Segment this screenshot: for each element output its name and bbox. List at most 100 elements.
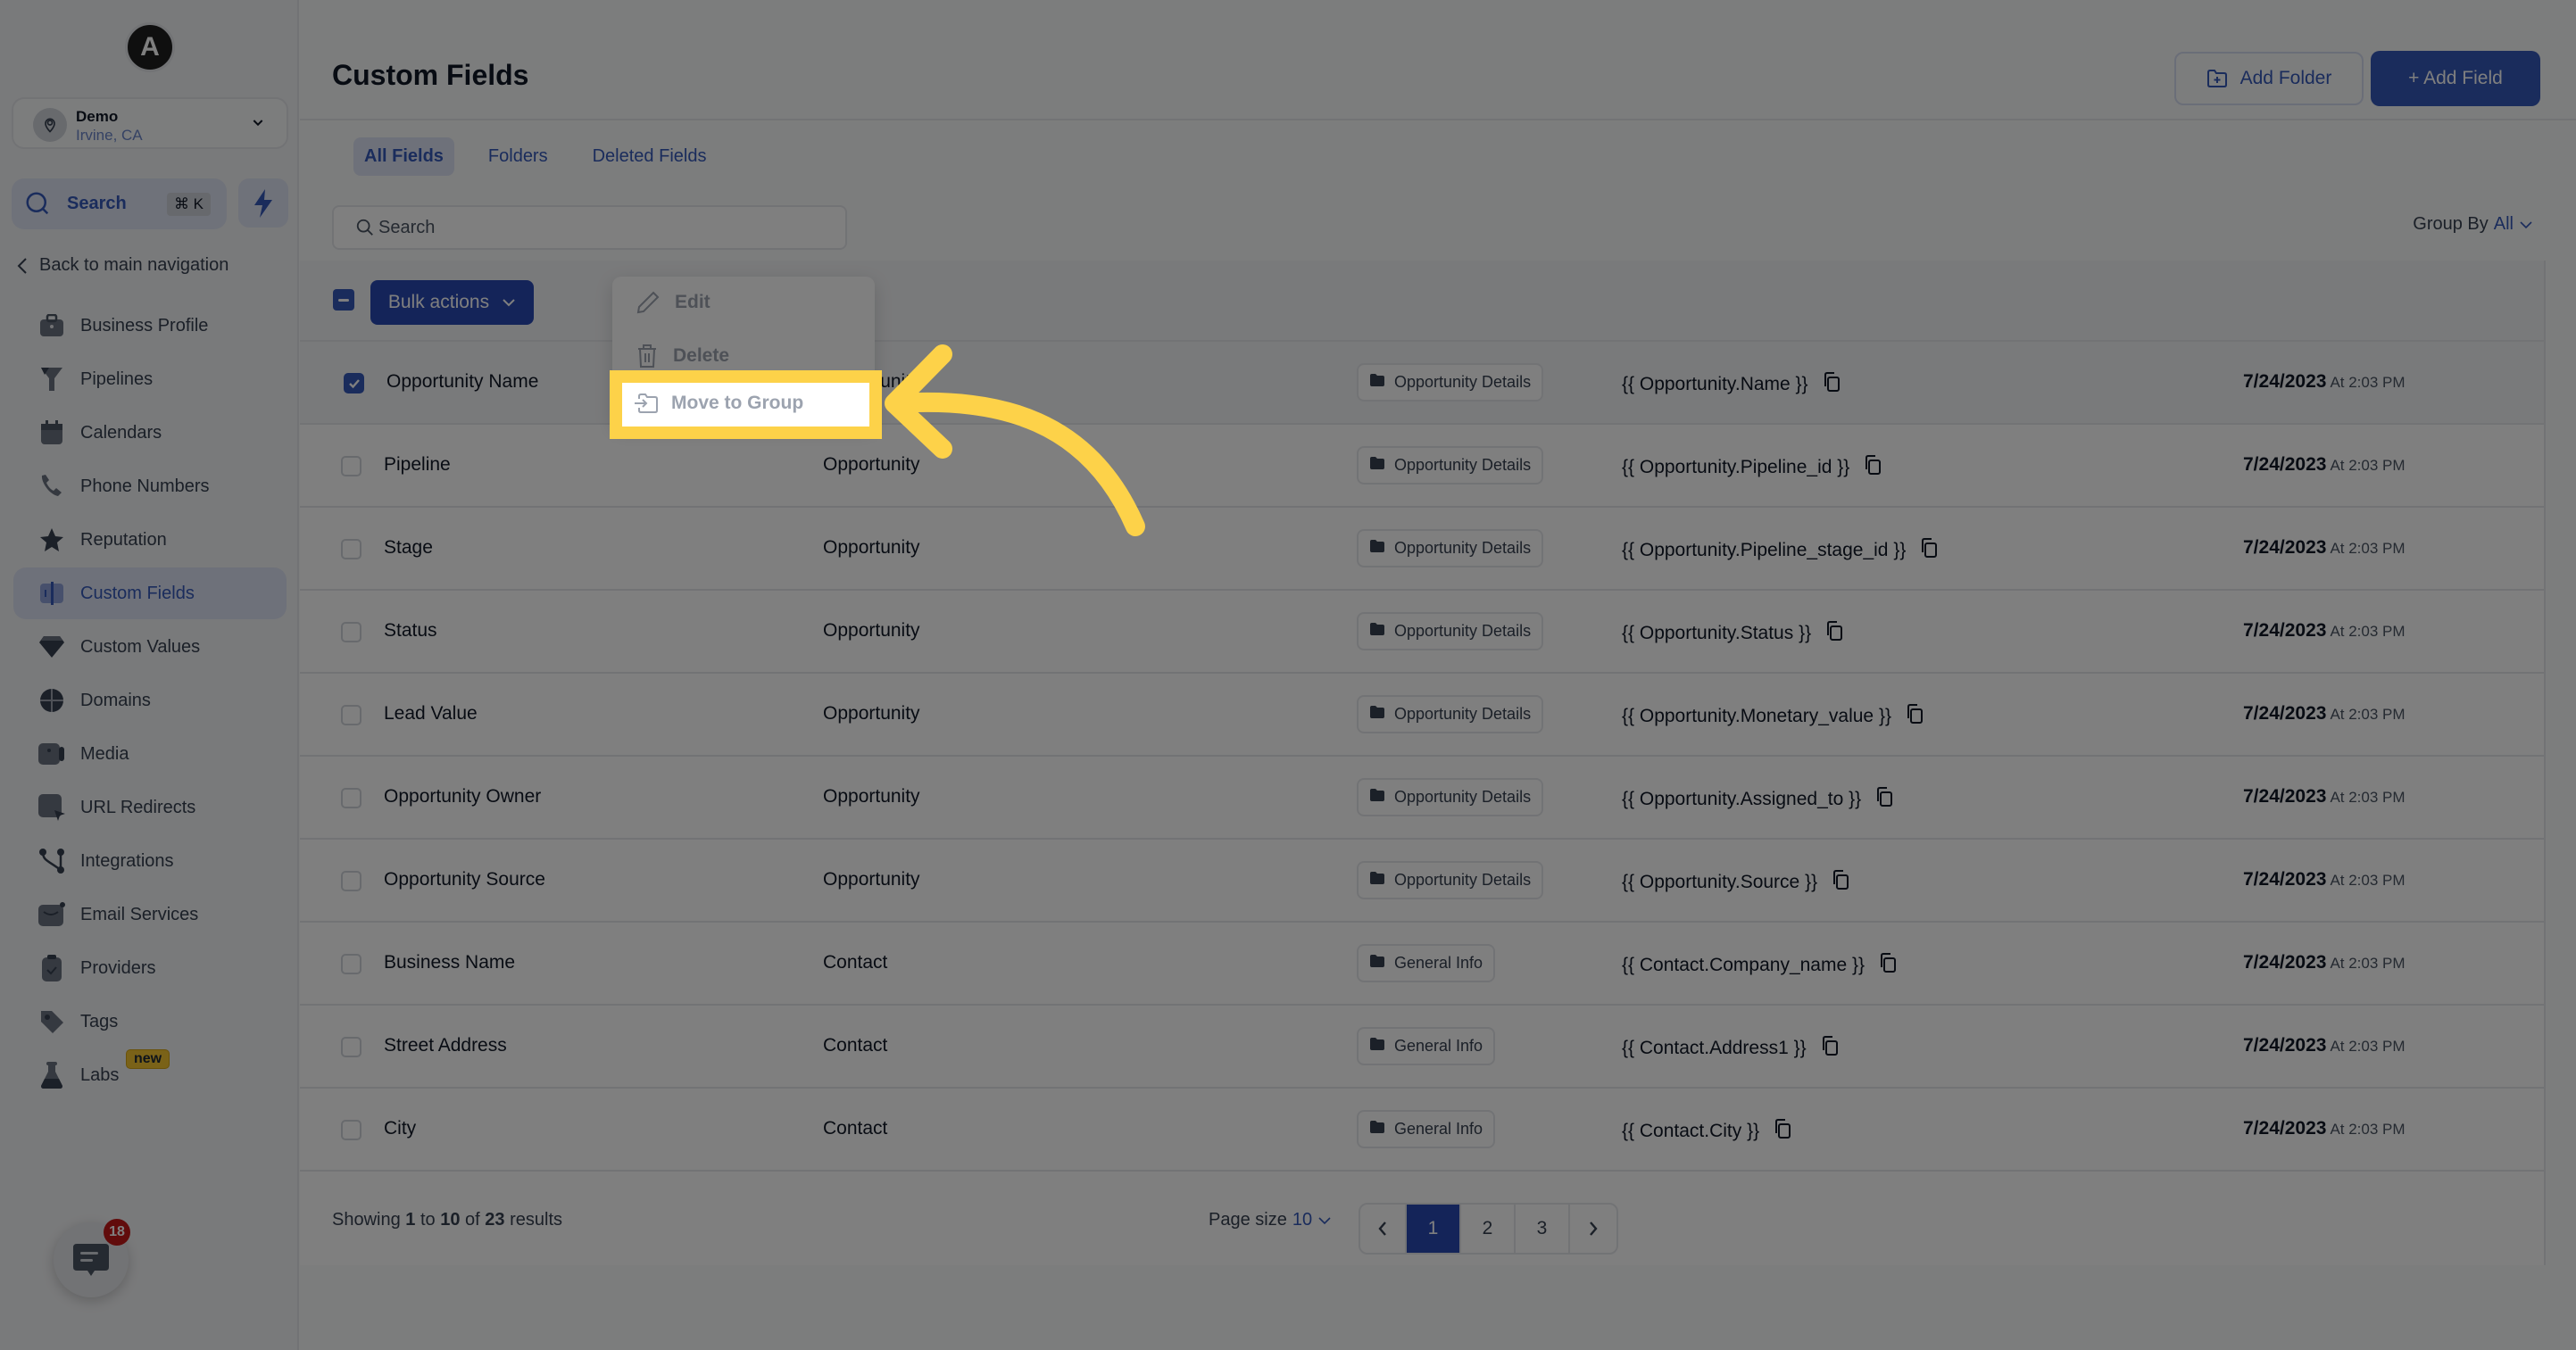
sidebar-item-email-services[interactable]: Email Services bbox=[13, 889, 287, 940]
table-row[interactable]: Stage Opportunity Opportunity Details {{ Op… bbox=[300, 508, 2544, 591]
search-icon bbox=[356, 219, 373, 236]
folder-chip[interactable]: Opportunity Details bbox=[1357, 529, 1544, 567]
folder-chip[interactable]: General Info bbox=[1357, 1027, 1496, 1065]
location-switcher[interactable]: Demo Irvine, CA bbox=[12, 97, 288, 149]
copy-icon[interactable] bbox=[1821, 1035, 1839, 1062]
sidebar-item-domains[interactable]: Domains bbox=[13, 675, 287, 726]
row-checkbox[interactable] bbox=[341, 871, 361, 891]
menu-item-edit[interactable]: Edit bbox=[636, 290, 710, 315]
row-checkbox[interactable] bbox=[341, 622, 361, 642]
sidebar-item-calendars[interactable]: Calendars bbox=[13, 407, 287, 459]
folder-name: Opportunity Details bbox=[1394, 788, 1532, 806]
copy-icon[interactable] bbox=[1864, 454, 1882, 481]
copy-icon[interactable] bbox=[1832, 869, 1849, 896]
folder-icon bbox=[1369, 456, 1385, 475]
custom-fields-icon bbox=[37, 579, 66, 608]
clipboard-icon bbox=[37, 954, 66, 982]
select-all-checkbox[interactable] bbox=[333, 289, 354, 311]
copy-icon[interactable] bbox=[1875, 786, 1893, 813]
pencil-icon bbox=[636, 291, 660, 314]
copy-icon[interactable] bbox=[1906, 703, 1924, 730]
sidebar-item-phone-numbers[interactable]: Phone Numbers bbox=[13, 460, 287, 512]
row-checkbox[interactable] bbox=[341, 539, 361, 559]
table-row[interactable]: Status Opportunity Opportunity Details {{ O… bbox=[300, 591, 2544, 674]
search-label: Search bbox=[67, 194, 127, 213]
table-row[interactable]: Business Name Contact General Info {{ Conta… bbox=[300, 923, 2544, 1006]
sidebar-item-media[interactable]: Media bbox=[13, 728, 287, 780]
table-row[interactable]: Opportunity Source Opportunity Opportunity… bbox=[300, 840, 2544, 923]
copy-icon[interactable] bbox=[1879, 952, 1897, 979]
copy-icon[interactable] bbox=[1823, 371, 1841, 398]
prev-page-button[interactable] bbox=[1360, 1205, 1407, 1253]
sidebar-item-custom-fields[interactable]: Custom Fields bbox=[13, 567, 287, 619]
row-checkbox[interactable] bbox=[341, 705, 361, 725]
table-row[interactable]: Opportunity Owner Opportunity Opportunity … bbox=[300, 757, 2544, 840]
folder-icon bbox=[1369, 871, 1385, 890]
copy-icon[interactable] bbox=[1920, 537, 1938, 564]
sidebar-item-custom-values[interactable]: Custom Values bbox=[13, 621, 287, 673]
folder-chip[interactable]: Opportunity Details bbox=[1357, 695, 1544, 733]
sidebar-item-reputation[interactable]: Reputation bbox=[13, 514, 287, 566]
field-date: 7/24/2023 At 2:03 PM bbox=[2243, 1035, 2406, 1056]
field-date: 7/24/2023 At 2:03 PM bbox=[2243, 454, 2406, 476]
row-checkbox[interactable] bbox=[341, 1120, 361, 1140]
new-badge: new bbox=[126, 1049, 170, 1069]
folder-chip[interactable]: Opportunity Details bbox=[1357, 612, 1544, 650]
folder-chip[interactable]: Opportunity Details bbox=[1357, 861, 1544, 899]
sidebar-item-pipelines[interactable]: Pipelines bbox=[13, 353, 287, 405]
next-page-button[interactable] bbox=[1570, 1205, 1616, 1253]
row-checkbox[interactable] bbox=[341, 954, 361, 974]
quick-actions-button[interactable] bbox=[238, 178, 288, 228]
sidebar-item-integrations[interactable]: Integrations bbox=[13, 835, 287, 887]
field-date: 7/24/2023 At 2:03 PM bbox=[2243, 1118, 2406, 1139]
folder-chip[interactable]: Opportunity Details bbox=[1357, 778, 1544, 816]
table-row[interactable]: Lead Value Opportunity Opportunity Details… bbox=[300, 674, 2544, 757]
back-label: Back to main navigation bbox=[39, 255, 229, 275]
field-date: 7/24/2023 At 2:03 PM bbox=[2243, 703, 2406, 725]
menu-item-delete[interactable]: Delete bbox=[636, 344, 729, 369]
table-row[interactable]: Street Address Contact General Info {{ Cont… bbox=[300, 1006, 2544, 1089]
page-size-select[interactable]: Page size 10 bbox=[1209, 1210, 1332, 1230]
phone-icon bbox=[37, 472, 66, 501]
page-3-button[interactable]: 3 bbox=[1516, 1205, 1570, 1253]
search-input[interactable] bbox=[378, 217, 825, 238]
folder-chip[interactable]: General Info bbox=[1357, 1110, 1496, 1148]
table-row[interactable]: City Contact General Info {{ Contact.City }… bbox=[300, 1089, 2544, 1172]
row-checkbox[interactable] bbox=[341, 788, 361, 808]
time-text: At 2:03 PM bbox=[2330, 706, 2406, 723]
tab-folders[interactable]: Folders bbox=[478, 137, 559, 176]
sidebar-item-business-profile[interactable]: Business Profile bbox=[13, 300, 287, 352]
sidebar-search-button[interactable]: Search ⌘ K bbox=[12, 178, 227, 229]
back-to-main-navigation[interactable]: Back to main navigation bbox=[16, 255, 229, 276]
row-checkbox[interactable] bbox=[341, 1037, 361, 1057]
folder-chip[interactable]: General Info bbox=[1357, 944, 1496, 982]
add-field-button[interactable]: + Add Field bbox=[2371, 51, 2540, 106]
row-checkbox[interactable] bbox=[344, 373, 364, 393]
group-by-select[interactable]: Group By All bbox=[2413, 214, 2533, 235]
page-1-button[interactable]: 1 bbox=[1407, 1205, 1461, 1253]
field-name: Opportunity Owner bbox=[384, 786, 542, 807]
sidebar-item-tags[interactable]: Tags bbox=[13, 996, 287, 1048]
time-text: At 2:03 PM bbox=[2330, 789, 2406, 806]
menu-item-move-to-group[interactable]: Move to Group bbox=[634, 393, 803, 414]
copy-icon[interactable] bbox=[1774, 1118, 1791, 1145]
tab-deleted-fields[interactable]: Deleted Fields bbox=[582, 137, 718, 176]
sidebar-item-providers[interactable]: Providers bbox=[13, 942, 287, 994]
folder-chip[interactable]: Opportunity Details bbox=[1357, 363, 1544, 402]
sidebar-item-labs[interactable]: Labs new bbox=[13, 1049, 287, 1101]
calendar-icon bbox=[37, 418, 66, 447]
folder-chip[interactable]: Opportunity Details bbox=[1357, 446, 1544, 485]
time-text: At 2:03 PM bbox=[2330, 623, 2406, 640]
sidebar-item-url-redirects[interactable]: URL Redirects bbox=[13, 782, 287, 833]
app-logo[interactable]: A bbox=[125, 22, 175, 72]
page-2-button[interactable]: 2 bbox=[1461, 1205, 1516, 1253]
group-by-value: All bbox=[2493, 214, 2514, 234]
copy-icon[interactable] bbox=[1825, 620, 1843, 647]
field-key-text: {{ Contact.Company_name }} bbox=[1622, 955, 1866, 975]
tab-all-fields[interactable]: All Fields bbox=[353, 137, 454, 176]
add-folder-button[interactable]: Add Folder bbox=[2174, 52, 2364, 105]
nav-label: Labs bbox=[80, 1064, 120, 1085]
row-checkbox[interactable] bbox=[341, 456, 361, 476]
bulk-actions-button[interactable]: Bulk actions bbox=[370, 280, 534, 325]
chevron-right-icon bbox=[1590, 1222, 1598, 1236]
